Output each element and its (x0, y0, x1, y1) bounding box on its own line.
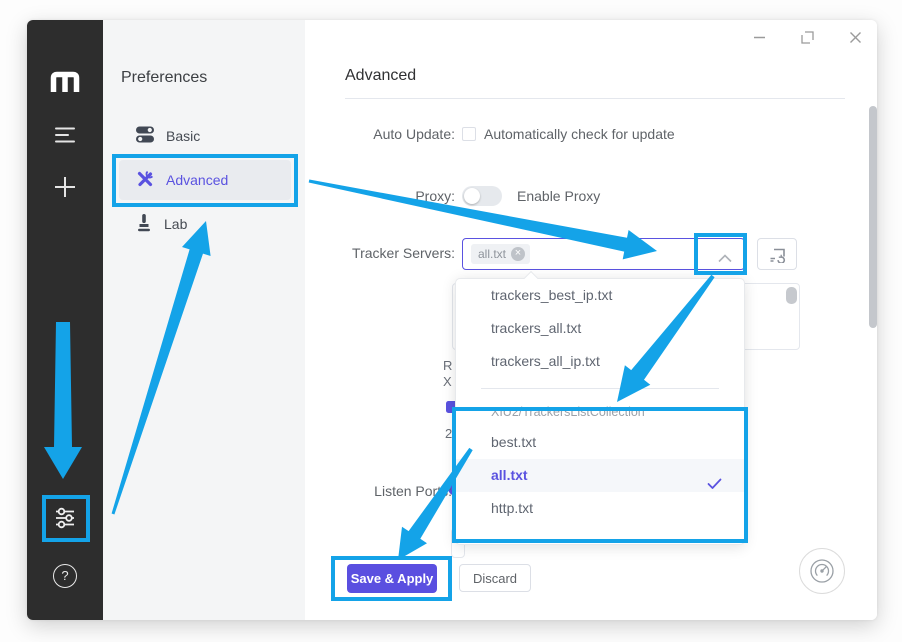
nav-item-label: Advanced (166, 172, 228, 188)
dropdown-group-label: XIU2/TrackersListCollection (456, 398, 744, 426)
proxy-option-label: Enable Proxy (517, 186, 600, 206)
discard-button[interactable]: Discard (459, 564, 531, 592)
main-scrollbar[interactable] (869, 106, 877, 328)
sidebar: ? (27, 20, 103, 620)
advanced-tools-icon (136, 170, 154, 191)
lab-stamp-icon (136, 214, 152, 235)
add-task-icon[interactable] (54, 176, 76, 203)
auto-update-label: Auto Update: (305, 124, 455, 144)
tag-remove-icon[interactable]: × (511, 247, 525, 261)
nav-item-lab[interactable]: Lab (119, 204, 291, 244)
dropdown-divider (481, 388, 719, 389)
tracker-servers-label: Tracker Servers: (305, 243, 455, 263)
nav-item-label: Basic (166, 128, 200, 144)
close-button[interactable] (844, 26, 866, 48)
nav-item-basic[interactable]: Basic (119, 116, 291, 156)
screenshot-root: ? Preferences Basic (0, 0, 902, 642)
selected-option-label: all.txt (491, 467, 528, 483)
auto-update-option-label: Automatically check for update (484, 124, 675, 144)
dropdown-option[interactable]: http.txt (456, 492, 744, 525)
tracker-dropdown: trackers_best_ip.txt trackers_all.txt tr… (455, 278, 745, 545)
hidden-text-fragment: 2 (445, 426, 452, 441)
save-apply-button[interactable]: Save & Apply (347, 564, 437, 593)
nav-item-label: Lab (164, 216, 187, 232)
basic-toggles-icon (136, 126, 154, 146)
proxy-toggle[interactable] (462, 186, 502, 206)
selected-tracker-tag: all.txt × (471, 244, 530, 264)
motrix-logo (49, 66, 81, 99)
app-window: ? Preferences Basic (27, 20, 877, 620)
hidden-text-fragment: X (443, 374, 452, 389)
speed-gauge-button[interactable] (799, 548, 845, 594)
listen-ports-label: Listen Ports: (305, 481, 452, 501)
chevron-up-icon[interactable] (718, 250, 732, 268)
sync-trackers-button[interactable] (757, 238, 797, 270)
proxy-label: Proxy: (305, 186, 455, 206)
dropdown-option[interactable]: best.txt (456, 426, 744, 459)
tag-label: all.txt (478, 247, 506, 261)
task-list-icon[interactable] (55, 126, 75, 149)
auto-update-checkbox[interactable] (462, 127, 476, 141)
toggle-knob (464, 188, 480, 204)
title-divider (345, 98, 845, 99)
minimize-button[interactable] (748, 26, 770, 48)
hidden-text-fragment: R (443, 358, 452, 373)
restore-button[interactable] (796, 26, 818, 48)
dropdown-option-selected[interactable]: all.txt (456, 459, 744, 492)
dropdown-option[interactable]: trackers_all.txt (456, 312, 744, 345)
preferences-nav: Preferences Basic (103, 20, 305, 620)
nav-item-advanced[interactable]: Advanced (119, 160, 291, 200)
help-icon[interactable]: ? (53, 564, 77, 588)
page-title: Advanced (345, 67, 416, 85)
tracker-servers-select[interactable]: all.txt × (462, 238, 745, 270)
check-icon (707, 469, 722, 502)
textarea-scrollbar[interactable] (786, 287, 797, 304)
dropdown-option[interactable]: trackers_all_ip.txt (456, 345, 744, 378)
dropdown-option[interactable]: trackers_best_ip.txt (456, 279, 744, 312)
preferences-icon[interactable] (53, 506, 77, 535)
preferences-title: Preferences (121, 69, 207, 87)
